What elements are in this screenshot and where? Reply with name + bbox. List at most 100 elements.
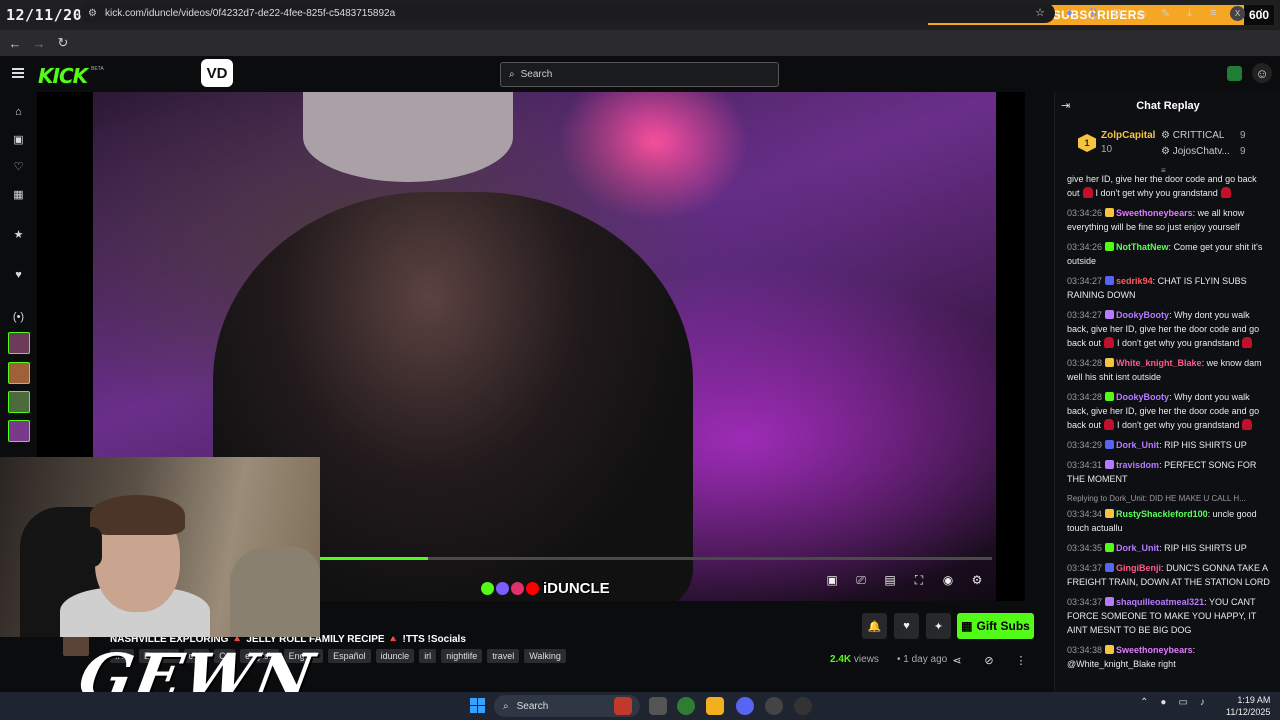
volume-icon[interactable]: ♪ bbox=[1200, 697, 1205, 708]
tag-chip[interactable]: travel bbox=[487, 649, 520, 663]
leader-name[interactable]: ZolpCapital bbox=[1101, 130, 1155, 141]
tag-chip[interactable]: iduncle bbox=[375, 649, 415, 663]
search-icon: ⌕ bbox=[503, 700, 509, 712]
clip-icon[interactable]: ⎚ bbox=[854, 573, 868, 587]
tag-chip[interactable]: irl bbox=[419, 649, 437, 663]
playback-speed-icon[interactable]: ◉ bbox=[941, 573, 955, 587]
leader-name-text: JojosChatv... bbox=[1172, 146, 1230, 157]
download-icon[interactable]: ⤓ bbox=[1182, 6, 1197, 21]
url-field[interactable]: ⚙ kick.com/iduncle/videos/0f4232d7-de22-… bbox=[80, 3, 1055, 23]
microphone-icon[interactable]: ● bbox=[1160, 697, 1166, 708]
chat-badge-icon bbox=[1105, 242, 1115, 251]
live-broadcast-icon[interactable]: (•) bbox=[11, 309, 26, 324]
leader-name[interactable]: ⚙ CRITTICAL bbox=[1161, 130, 1224, 141]
network-icon[interactable]: ▭ bbox=[1178, 697, 1187, 708]
chat-text: RIP HIS SHIRTS UP bbox=[1164, 543, 1247, 553]
chat-username[interactable]: travisdom bbox=[1116, 460, 1159, 470]
discord-icon[interactable] bbox=[736, 697, 754, 715]
extension-icon[interactable]: )) bbox=[1086, 6, 1101, 21]
chat-text: I don't get why you grandstand bbox=[1117, 420, 1240, 430]
site-info-icon[interactable]: ⚙ bbox=[88, 8, 97, 19]
cast-icon[interactable]: ✎ bbox=[1158, 6, 1173, 21]
chevron-up-icon[interactable]: ⌃ bbox=[1140, 697, 1148, 708]
chrome-icon[interactable] bbox=[677, 697, 695, 715]
beta-label: BETA bbox=[91, 66, 104, 72]
chat-badge-icon bbox=[1105, 358, 1115, 367]
channel-avatar[interactable] bbox=[8, 362, 30, 384]
chat-badge-icon bbox=[1105, 597, 1115, 606]
media-icon[interactable]: ≡ bbox=[1206, 6, 1221, 21]
gift-subs-button[interactable]: ▦ Gift Subs bbox=[957, 613, 1034, 639]
chat-username[interactable]: Sweethoneybears bbox=[1116, 645, 1193, 655]
share-icon[interactable]: ⋖ bbox=[950, 653, 964, 667]
tag-chip[interactable]: Walking bbox=[524, 649, 566, 663]
kick-logo[interactable]: KICK bbox=[38, 64, 88, 88]
taskbar-search-label: Search bbox=[516, 700, 549, 712]
chat-badge-icon bbox=[1105, 460, 1115, 469]
chat-username[interactable]: DookyBooty bbox=[1116, 392, 1169, 402]
channel-avatar[interactable] bbox=[8, 332, 30, 354]
leader-name[interactable]: ⚙ JojosChatv... bbox=[1161, 146, 1230, 157]
windows-start-icon[interactable] bbox=[470, 698, 485, 713]
following-heart-icon[interactable]: ♡ bbox=[11, 159, 26, 174]
task-view-icon[interactable] bbox=[649, 697, 667, 715]
browse-icon[interactable]: ▣ bbox=[11, 132, 26, 147]
chat-badge-icon bbox=[1105, 563, 1115, 572]
sparkle-button[interactable]: ✦ bbox=[926, 613, 951, 639]
follow-heart-button[interactable]: ♥ bbox=[894, 613, 919, 639]
channel-avatar[interactable] bbox=[8, 420, 30, 442]
miniplayer-icon[interactable]: ▣ bbox=[825, 573, 839, 587]
obs-icon[interactable] bbox=[765, 697, 783, 715]
channel-avatar[interactable] bbox=[8, 391, 30, 413]
forward-icon[interactable]: → bbox=[27, 31, 51, 55]
star-icon[interactable]: ★ bbox=[11, 227, 26, 242]
reply-context: Replying to Dork_Unit: DID HE MAKE U CAL… bbox=[1067, 494, 1246, 503]
tab-search-icon[interactable]: ▭ bbox=[1134, 6, 1149, 21]
settings-gear-icon[interactable]: ⚙ bbox=[970, 573, 984, 587]
system-tray: ⌃ ● ▭ ♪ bbox=[1140, 697, 1205, 708]
notification-bell-button[interactable]: 🔔 bbox=[862, 613, 887, 639]
bookmark-star-icon[interactable]: ☆ bbox=[1035, 6, 1045, 19]
extension-status-icon[interactable] bbox=[1227, 66, 1242, 81]
chat-username[interactable]: RustyShackleford100 bbox=[1116, 509, 1208, 519]
app-icon[interactable] bbox=[614, 697, 632, 715]
chat-message: 03:34:27 sedrik94: CHAT IS FLYIN SUBS RAI… bbox=[1067, 276, 1247, 300]
clock-app-icon[interactable] bbox=[794, 697, 812, 715]
home-icon[interactable]: ⌂ bbox=[11, 104, 26, 119]
chat-username[interactable]: sedrik94 bbox=[1116, 276, 1153, 286]
user-avatar[interactable]: ☺ bbox=[1252, 63, 1272, 83]
hamburger-icon[interactable] bbox=[12, 68, 24, 78]
tag-chip[interactable]: nightlife bbox=[441, 649, 483, 663]
extension-icon[interactable]: ● bbox=[1062, 6, 1077, 21]
heart-icon[interactable]: ♥ bbox=[11, 267, 26, 282]
chat-username[interactable]: NotThatNew bbox=[1116, 242, 1169, 252]
chat-message-list: give her ID, give her the door code and … bbox=[1067, 172, 1271, 677]
reload-icon[interactable]: ↻ bbox=[51, 31, 75, 55]
puzzle-icon[interactable]: ⧉ bbox=[1110, 6, 1125, 21]
chat-timestamp: 03:34:31 bbox=[1067, 460, 1103, 470]
chat-username[interactable]: White_knight_Blake bbox=[1116, 358, 1202, 368]
system-clock[interactable]: 1:19 AM 11/12/2025 bbox=[1226, 694, 1270, 718]
categories-icon[interactable]: ▦ bbox=[11, 187, 26, 202]
tag-chip[interactable]: Español bbox=[328, 649, 371, 663]
chat-username[interactable]: Dork_Unit bbox=[1116, 543, 1159, 553]
back-icon[interactable]: ← bbox=[3, 31, 27, 55]
emote-icon bbox=[1242, 419, 1253, 430]
menu-icon[interactable]: ⋮ bbox=[1254, 6, 1269, 21]
vd-logo[interactable]: VD bbox=[201, 59, 233, 87]
chat-badge-icon bbox=[1105, 440, 1115, 449]
fullscreen-icon[interactable]: ⛶ bbox=[912, 573, 926, 587]
profile-icon[interactable]: X bbox=[1230, 5, 1245, 21]
hide-icon[interactable]: ⊘ bbox=[982, 653, 996, 667]
more-options-icon[interactable]: ⋮ bbox=[1014, 653, 1028, 667]
collapse-chat-icon[interactable]: ⇥ bbox=[1061, 99, 1075, 113]
search-input[interactable]: ⌕ Search bbox=[500, 62, 779, 87]
chat-username[interactable]: shaquilleoatmeal321 bbox=[1116, 597, 1204, 607]
chat-username[interactable]: Dork_Unit bbox=[1116, 440, 1159, 450]
chat-username[interactable]: DookyBooty bbox=[1116, 310, 1169, 320]
theater-mode-icon[interactable]: ▤ bbox=[883, 573, 897, 587]
progress-bar[interactable] bbox=[320, 557, 992, 560]
chat-username[interactable]: GingiBenji bbox=[1116, 563, 1161, 573]
file-explorer-icon[interactable] bbox=[706, 697, 724, 715]
chat-username[interactable]: Sweethoneybears bbox=[1116, 208, 1193, 218]
